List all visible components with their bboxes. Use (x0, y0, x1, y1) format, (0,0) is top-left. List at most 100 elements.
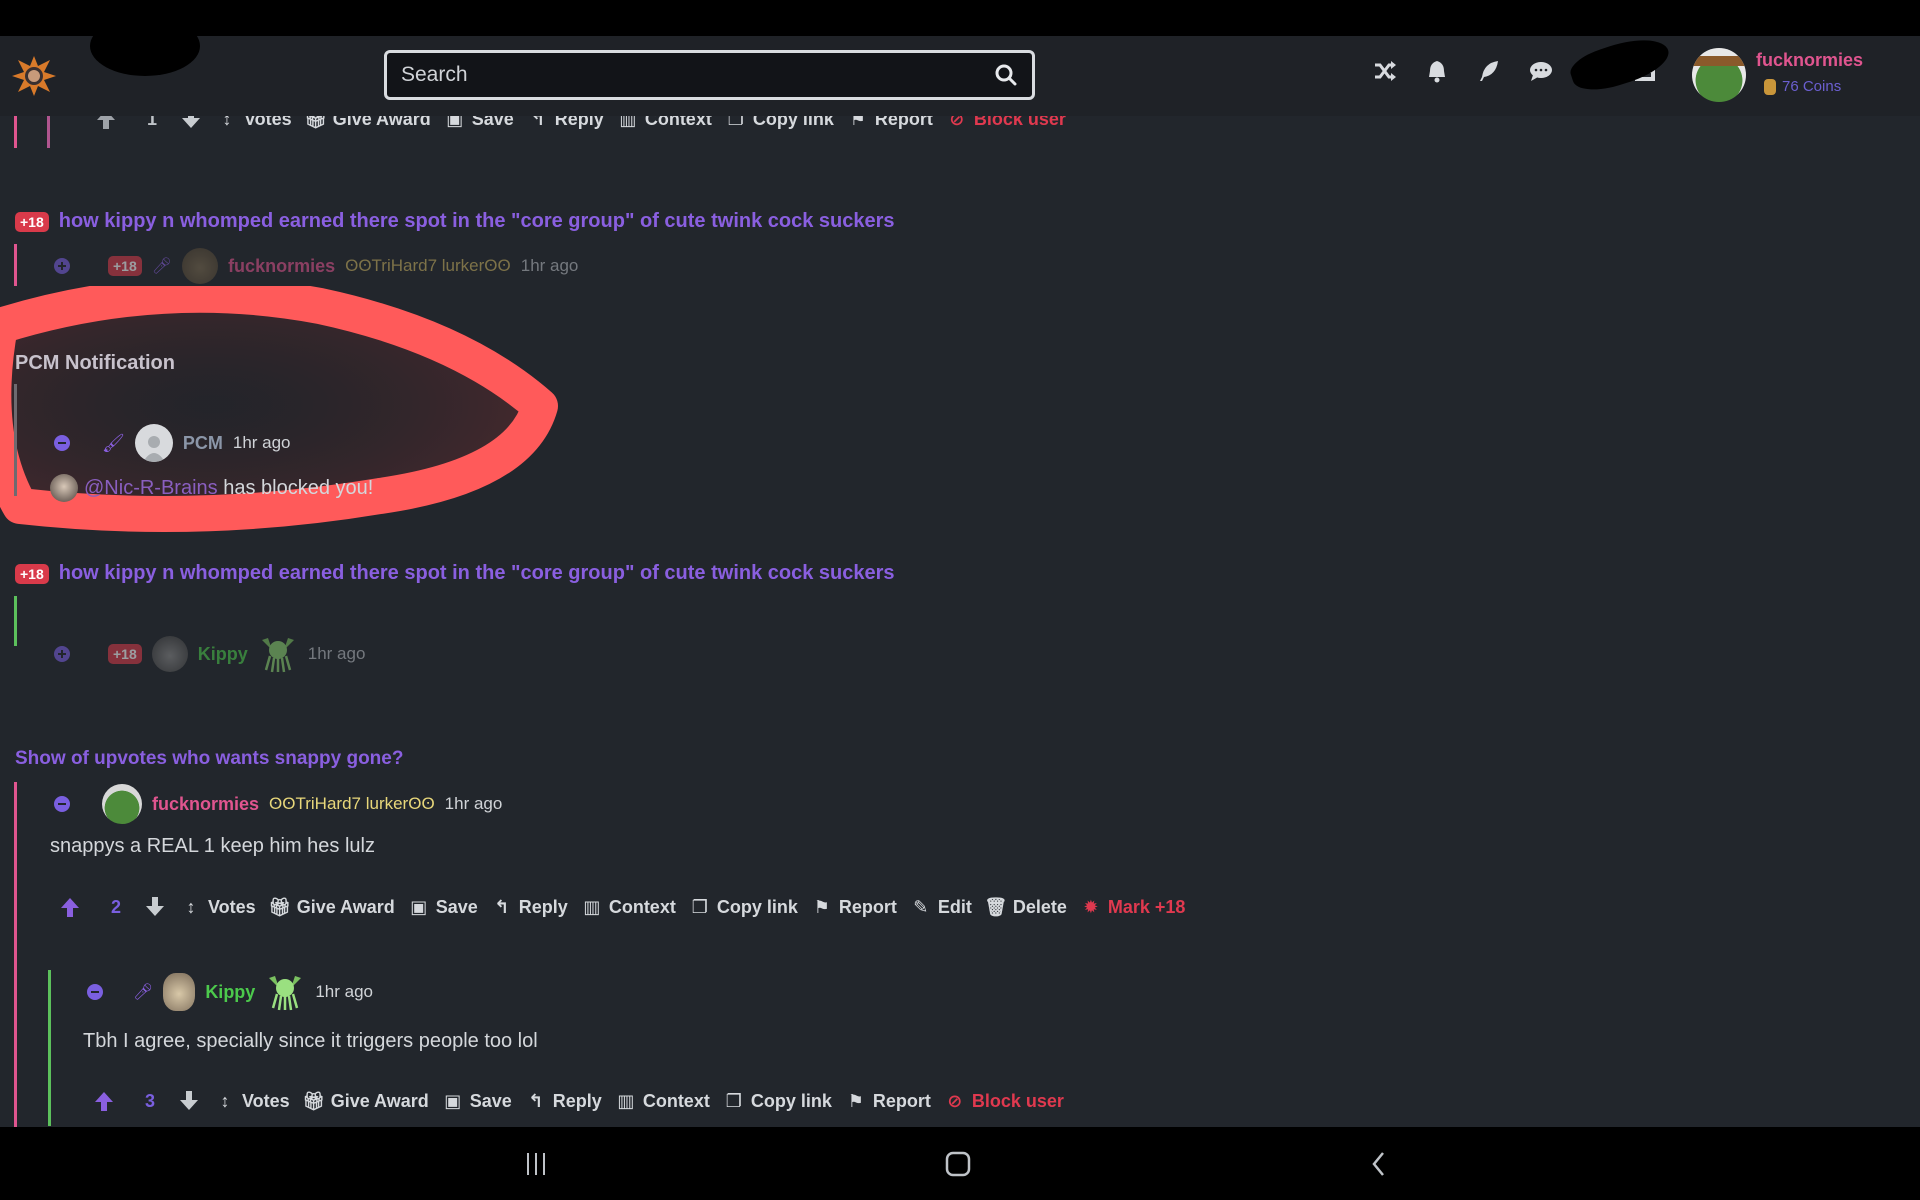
nsfw-badge: +18 (108, 256, 142, 276)
votes-button[interactable]: ↕ Votes (182, 897, 256, 918)
arrows-vertical-icon: ↕ (186, 896, 196, 917)
downvote-button[interactable] (177, 1088, 201, 1114)
context-label: Context (608, 896, 676, 917)
copy-link-button[interactable]: ❐ Copy link (725, 1091, 832, 1112)
mark-nsfw-button[interactable]: ✹ Mark +18 (1082, 896, 1186, 918)
give-award-button[interactable]: 🎁︎ Give Award (268, 897, 394, 918)
avatar[interactable] (102, 784, 142, 824)
save-label: Save (435, 896, 478, 917)
save-button[interactable]: ▣ Save (444, 1091, 512, 1112)
plus-icon (58, 650, 66, 658)
reply-button[interactable]: ↰ Reply (527, 1091, 602, 1112)
post-title-link[interactable]: Show of upvotes who wants snappy gone? (15, 748, 403, 770)
comment-meta: +18 🎤︎ fucknormies ʘʘTriHard7 lurkerʘʘ 1… (54, 248, 588, 284)
upvote-button[interactable] (92, 1088, 116, 1114)
mic-icon: 🎤︎ (133, 984, 154, 1001)
logo-icon (12, 56, 56, 96)
coins-label: 76 Coins (1782, 78, 1842, 95)
avatar[interactable] (151, 636, 188, 672)
trash-icon: 🗑︎ (984, 896, 1008, 917)
context-button[interactable]: ▥ Context (583, 897, 676, 918)
block-user-button[interactable]: ⊘ Block user (946, 1091, 1064, 1112)
plus-icon (58, 262, 66, 270)
flag-icon: ⚑ (813, 896, 830, 917)
username-link[interactable]: Kippy (205, 982, 255, 1003)
delete-button[interactable]: 🗑︎ Delete (984, 896, 1067, 918)
timestamp: 1hr ago (307, 644, 366, 663)
username-link[interactable]: Kippy (198, 644, 248, 665)
reply-body: Tbh I agree, specially since it triggers… (83, 1030, 538, 1052)
minus-icon (91, 991, 99, 993)
upvote-icon (61, 898, 79, 917)
notification-heading: PCM Notification (15, 352, 175, 374)
nsfw-badge: +18 (15, 563, 49, 584)
shuffle-icon[interactable] (1372, 58, 1398, 84)
collapse-button[interactable] (54, 796, 70, 812)
timestamp: 1hr ago (444, 794, 503, 813)
search-icon[interactable] (994, 63, 1018, 87)
block-user-label: Block user (971, 1090, 1064, 1111)
chat-icon[interactable] (1528, 58, 1554, 84)
post-title-link[interactable]: +18 how kippy n whomped earned there spo… (15, 562, 895, 585)
collapse-button[interactable] (54, 435, 70, 451)
site-logo[interactable] (10, 54, 58, 98)
username-link[interactable]: fucknormies (228, 256, 335, 277)
give-award-button[interactable]: 🎁︎ Give Award (302, 1090, 429, 1112)
user-avatar[interactable] (1692, 48, 1746, 102)
post-title-link[interactable]: +18 how kippy n whomped earned there spo… (15, 210, 895, 233)
thread-line (14, 782, 17, 1127)
report-label: Report (838, 896, 897, 917)
user-mention-link[interactable]: @Nic-R-Brains (84, 477, 218, 499)
floppy-icon: ▣ (410, 896, 428, 917)
explosion-icon: ✹ (1083, 896, 1099, 917)
report-button[interactable]: ⚑ Report (847, 1091, 931, 1112)
edit-button[interactable]: ✎ Edit (912, 897, 972, 918)
mic-icon: 🎤︎ (151, 258, 173, 275)
collapse-button[interactable] (87, 984, 103, 1000)
username-link[interactable]: fucknormies (152, 794, 259, 815)
username-link[interactable]: PCM (183, 433, 223, 454)
save-label: Save (469, 1090, 512, 1111)
gift-icon: 🎁︎ (302, 1090, 326, 1111)
book-icon: ▥ (583, 896, 601, 917)
context-button[interactable]: ▥ Context (617, 1091, 710, 1112)
comment-actions: 2 ↕ Votes 🎁︎ Give Award ▣ Save ↰ Reply ▥ Cont… (58, 894, 1200, 920)
votes-button[interactable]: ↕ Votes (216, 1091, 290, 1112)
coin-balance: 76 Coins (1764, 78, 1841, 95)
save-button[interactable]: ▣ Save (410, 897, 478, 918)
reply-button[interactable]: ↰ Reply (493, 897, 568, 918)
expand-button[interactable] (54, 258, 70, 274)
edit-label: Edit (937, 896, 972, 917)
delete-label: Delete (1012, 896, 1067, 917)
home-button[interactable] (938, 1149, 978, 1179)
user-flair: ʘʘTriHard7 lurkerʘʘ (269, 794, 435, 813)
user-flair: ʘʘTriHard7 lurkerʘʘ (345, 256, 511, 275)
avatar[interactable] (182, 248, 219, 284)
avatar[interactable] (163, 973, 196, 1011)
copy-icon: ❐ (725, 1090, 742, 1111)
default-avatar[interactable] (134, 424, 173, 462)
comment-body: @Nic-R-Brains has blocked you! (50, 474, 373, 502)
bell-icon[interactable] (1424, 58, 1450, 84)
expand-button[interactable] (54, 646, 70, 662)
report-button[interactable]: ⚑ Report (813, 897, 897, 918)
mention-avatar (50, 474, 78, 502)
mark-nsfw-label: Mark +18 (1107, 896, 1186, 917)
give-award-label: Give Award (330, 1090, 429, 1111)
upvote-button[interactable] (58, 894, 82, 920)
comment-body: snappys a REAL 1 keep him hes lulz (50, 835, 375, 857)
recent-apps-button[interactable] (516, 1149, 556, 1179)
minus-icon (58, 803, 66, 805)
back-button[interactable] (1358, 1149, 1398, 1179)
reply-label: Reply (552, 1090, 602, 1111)
copy-link-button[interactable]: ❐ Copy link (691, 897, 798, 918)
reply-meta: 🎤︎ Kippy 1hr ago (87, 972, 383, 1012)
brush-icon: 🖌︎ (102, 432, 125, 453)
header-username[interactable]: fucknormies (1756, 50, 1863, 71)
timestamp: 1hr ago (232, 433, 291, 452)
search-input[interactable] (401, 63, 994, 87)
reply-label: Reply (518, 896, 568, 917)
downvote-button[interactable] (143, 894, 167, 920)
timestamp: 1hr ago (315, 982, 373, 1001)
feather-icon[interactable] (1476, 58, 1502, 84)
